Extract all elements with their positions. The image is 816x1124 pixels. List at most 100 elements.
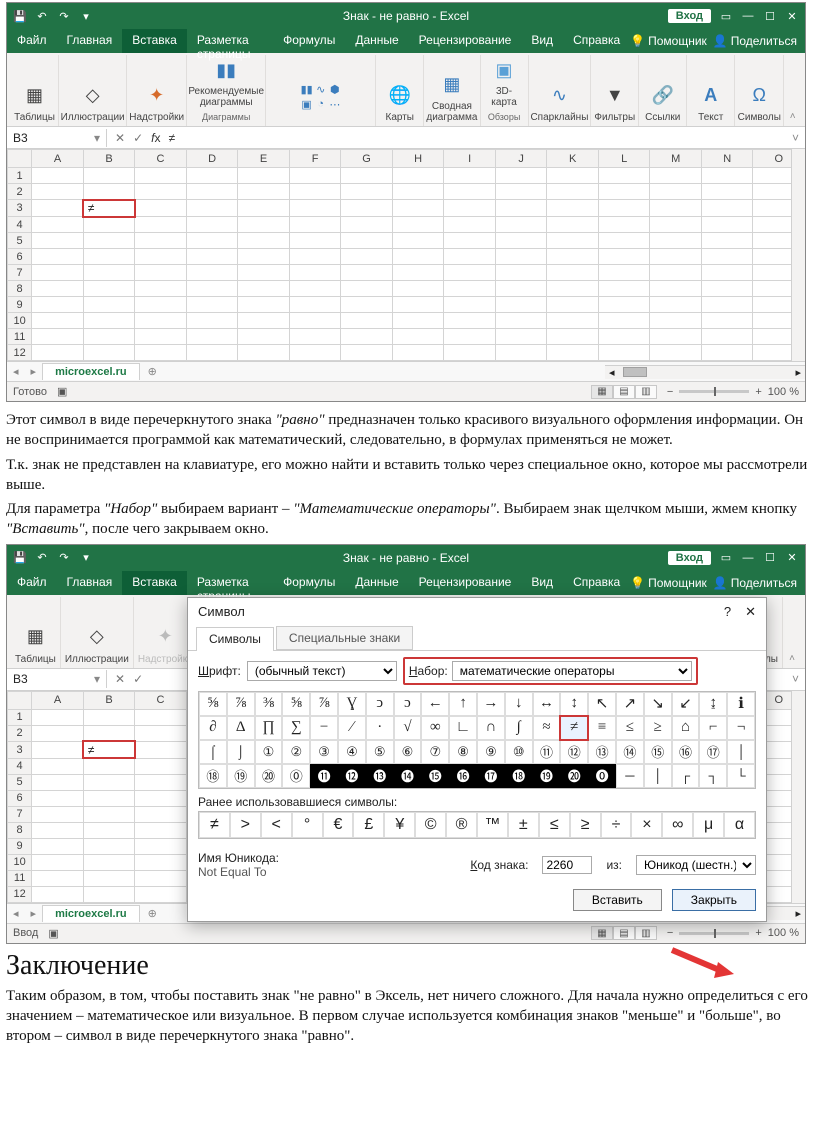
symbol-cell[interactable]: ¬ [727, 716, 755, 740]
close-icon[interactable]: ✕ [785, 9, 799, 23]
ribbon-illustrations[interactable]: ◇Иллюстрации [59, 55, 127, 126]
symbol-cell[interactable]: ∞ [421, 716, 449, 740]
recent-symbol[interactable]: μ [693, 812, 724, 838]
symbol-cell[interactable]: Δ [227, 716, 255, 740]
view-buttons[interactable]: ▦ ▤ ▥ [591, 926, 657, 940]
sheet-nav-next[interactable]: ▸ [25, 365, 43, 378]
recent-symbol[interactable]: © [415, 812, 446, 838]
symbol-cell[interactable]: √ [394, 716, 422, 740]
minimize-icon[interactable]: — [741, 551, 755, 565]
recent-symbol[interactable]: α [724, 812, 755, 838]
close-button[interactable]: Закрыть [672, 889, 756, 911]
ribbon-maps[interactable]: 🌐Карты [376, 55, 424, 126]
ribbon-filters[interactable]: ▼Фильтры [591, 55, 639, 126]
symbol-cell[interactable]: ↄ [366, 692, 394, 716]
dialog-help-icon[interactable]: ? [724, 604, 731, 619]
symbol-cell[interactable]: ⌡ [227, 740, 255, 764]
tab-data[interactable]: Данные [345, 29, 408, 53]
recent-symbol[interactable]: × [631, 812, 662, 838]
symbol-cell[interactable]: Ɣ [338, 692, 366, 716]
share-button[interactable]: 👤 Поделиться [713, 34, 797, 48]
tab-help[interactable]: Справка [563, 29, 630, 53]
ribbon-symbols[interactable]: ΩСимволы [735, 55, 784, 126]
set-select[interactable]: математические операторы [452, 661, 692, 681]
qat-more-icon[interactable]: ▾ [79, 551, 93, 565]
formula-input[interactable]: ≠ [168, 131, 175, 145]
tab-insert[interactable]: Вставка [122, 571, 187, 595]
symbol-cell[interactable]: ④ [338, 740, 366, 764]
symbol-cell[interactable]: ⑧ [449, 740, 477, 764]
symbol-cell[interactable]: ⓱ [477, 764, 505, 788]
symbol-cell[interactable]: ⑳ [255, 764, 283, 788]
symbol-cell[interactable]: ⑮ [644, 740, 672, 764]
recent-symbol[interactable]: ™ [477, 812, 508, 838]
symbol-cell[interactable]: ⅝ [282, 692, 310, 716]
symbol-cell[interactable]: ⌠ [199, 740, 227, 764]
tab-formulas[interactable]: Формулы [273, 29, 345, 53]
ribbon-3d-map[interactable]: ▣3D- картаОбзоры [481, 55, 529, 126]
recent-symbol[interactable]: ≥ [570, 812, 601, 838]
symbol-cell[interactable]: ↘ [644, 692, 672, 716]
symbol-cell[interactable]: ⑭ [616, 740, 644, 764]
undo-icon[interactable]: ↶ [35, 551, 49, 565]
symbol-cell[interactable]: └ [727, 764, 755, 788]
tab-review[interactable]: Рецензирование [409, 571, 522, 595]
symbol-cell[interactable]: ↔ [533, 692, 561, 716]
symbol-cell[interactable]: ↙ [672, 692, 700, 716]
symbol-cell[interactable]: ⑱ [199, 764, 227, 788]
symbol-cell[interactable]: ⅝ [199, 692, 227, 716]
symbol-cell[interactable]: ⓫ [310, 764, 338, 788]
symbol-cell[interactable]: ⅜ [255, 692, 283, 716]
symbol-cell[interactable]: ┐ [699, 764, 727, 788]
symbol-cell[interactable]: ← [421, 692, 449, 716]
recent-symbol[interactable]: ∞ [662, 812, 693, 838]
recent-symbol[interactable]: ® [446, 812, 477, 838]
ribbon-chart-gallery[interactable]: ▮▮∿⬢▣◔⋯ [266, 55, 376, 126]
minimize-icon[interactable]: — [741, 9, 755, 23]
symbol-cell[interactable]: ⓭ [366, 764, 394, 788]
redo-icon[interactable]: ↷ [57, 9, 71, 23]
hscrollbar[interactable]: ◂▸ [605, 365, 805, 379]
symbol-cell[interactable]: ↑ [449, 692, 477, 716]
symbol-cell[interactable]: ⓳ [533, 764, 561, 788]
symbol-cell[interactable]: ⑨ [477, 740, 505, 764]
sheet-tab[interactable]: microexcel.ru [42, 905, 140, 922]
symbol-cell[interactable]: ③ [310, 740, 338, 764]
recent-symbol[interactable]: ± [508, 812, 539, 838]
recent-symbol[interactable]: £ [353, 812, 384, 838]
tab-view[interactable]: Вид [521, 571, 563, 595]
ribbon-pivot-chart[interactable]: ▦Сводная диаграмма [424, 55, 480, 126]
maximize-icon[interactable]: ☐ [763, 551, 777, 565]
recent-symbol[interactable]: ° [292, 812, 323, 838]
sheet-nav-next[interactable]: ▸ [25, 907, 43, 920]
sheet-tab[interactable]: microexcel.ru [42, 363, 140, 380]
symbol-cell[interactable]: ≥ [644, 716, 672, 740]
symbol-cell[interactable]: ℹ [727, 692, 755, 716]
dialog-tab-symbols[interactable]: Символы [196, 627, 274, 651]
symbol-cell[interactable]: ⌐ [699, 716, 727, 740]
recent-symbols[interactable]: ≠><°€£¥©®™±≤≥÷×∞μα [198, 811, 756, 839]
close-icon[interactable]: ✕ [785, 551, 799, 565]
macro-rec-icon[interactable]: ▣ [48, 927, 58, 940]
symbol-cell[interactable]: ⑯ [672, 740, 700, 764]
enter-icon[interactable]: ✓ [133, 131, 143, 145]
symbol-cell[interactable]: ─ [616, 764, 644, 788]
recent-symbol[interactable]: ÷ [601, 812, 632, 838]
symbol-cell[interactable]: ⑤ [366, 740, 394, 764]
name-box[interactable]: B3▾ [7, 670, 107, 688]
symbol-cell[interactable]: ⓪ [282, 764, 310, 788]
symbol-cell[interactable]: → [477, 692, 505, 716]
symbol-cell[interactable]: ⌂ [672, 716, 700, 740]
symbol-cell[interactable]: ↖ [588, 692, 616, 716]
symbol-grid[interactable]: ⅝⅞⅜⅝⅞Ɣↄɔ←↑→↓↔↕↖↗↘↙↨ℹ∂Δ∏∑−∕·√∞∟∩∫≈≠≡≤≥⌂⌐¬… [198, 691, 756, 789]
symbol-cell[interactable]: ⓴ [560, 764, 588, 788]
symbol-cell[interactable]: ∕ [338, 716, 366, 740]
symbol-cell[interactable]: ⑩ [505, 740, 533, 764]
ribbon-links[interactable]: 🔗Ссылки [639, 55, 687, 126]
ribbon-recommended-charts[interactable]: ▮▮Рекомендуемые диаграммыДиаграммы [187, 55, 266, 126]
tell-me[interactable]: 💡 Помощник [630, 34, 707, 48]
symbol-cell[interactable]: ⓲ [505, 764, 533, 788]
recent-symbol[interactable]: ≠ [199, 812, 230, 838]
expand-formula-icon[interactable]: ˅ [786, 672, 805, 686]
tab-pagelayout[interactable]: Разметка страницы [187, 29, 273, 53]
